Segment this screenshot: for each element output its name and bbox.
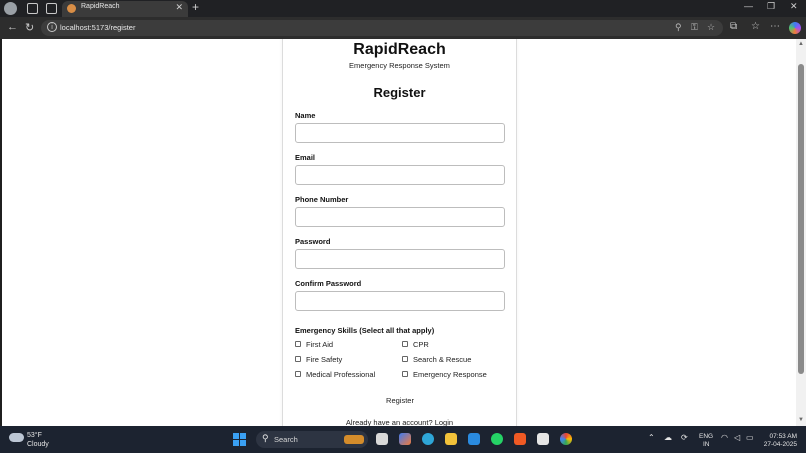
workspaces-icon[interactable]	[26, 2, 39, 15]
file-explorer-icon[interactable]	[445, 433, 457, 445]
phone-label: Phone Number	[295, 195, 349, 204]
favorites-icon[interactable]: ☆	[751, 21, 760, 32]
brand-tagline: Emergency Response System	[349, 61, 450, 70]
taskbar-search[interactable]: ⚲ Search	[256, 431, 368, 448]
location-icon[interactable]: ⚲	[675, 22, 682, 33]
register-button[interactable]: Register	[375, 394, 425, 406]
clock-date[interactable]: 27-04-2025	[761, 441, 797, 448]
onedrive-cloud-icon[interactable]: ☁	[664, 433, 672, 442]
window-close-icon[interactable]: ✕	[790, 1, 798, 12]
password-field[interactable]	[295, 249, 505, 269]
scroll-down-icon[interactable]: ▼	[798, 417, 804, 423]
checkbox[interactable]	[402, 341, 408, 348]
vscode-icon[interactable]	[468, 433, 480, 445]
tab-close-icon[interactable]: ✕	[175, 2, 183, 13]
back-icon[interactable]: ←	[7, 21, 18, 33]
task-view-icon[interactable]	[376, 433, 388, 445]
checkbox[interactable]	[295, 356, 301, 363]
profile-avatar-icon[interactable]	[4, 2, 17, 15]
cloud-icon[interactable]	[9, 433, 24, 442]
skill-cpr[interactable]: CPR	[402, 340, 429, 349]
skill-label: Medical Professional	[306, 370, 376, 379]
weather-temperature[interactable]: 53°F	[27, 432, 42, 439]
page-title: Register	[373, 85, 426, 100]
windows-start-icon[interactable]	[233, 433, 246, 446]
whatsapp-icon[interactable]	[491, 433, 503, 445]
confirm-password-field[interactable]	[295, 291, 505, 311]
edge-browser-icon[interactable]	[422, 433, 434, 445]
wifi-icon[interactable]: ◠	[721, 433, 728, 442]
page-scrollbar[interactable]: ▲ ▼	[796, 39, 806, 426]
battery-icon[interactable]: ▭	[746, 433, 754, 442]
search-highlight-icon	[344, 435, 364, 444]
copilot-icon[interactable]	[789, 22, 801, 34]
password-label: Password	[295, 237, 331, 246]
skill-emergency-response[interactable]: Emergency Response	[402, 370, 487, 379]
login-link[interactable]: Already have an account? Login	[283, 418, 516, 426]
snipping-tool-icon[interactable]	[537, 433, 549, 445]
language-region[interactable]: IN	[703, 441, 710, 448]
search-label: Search	[274, 435, 298, 444]
scroll-thumb[interactable]	[798, 64, 804, 374]
show-hidden-icons-icon[interactable]: ⌃	[648, 433, 655, 442]
skill-medical-professional[interactable]: Medical Professional	[295, 370, 375, 379]
skill-label: Emergency Response	[413, 370, 487, 379]
search-icon: ⚲	[262, 433, 269, 443]
copilot-app-icon[interactable]	[399, 433, 411, 445]
weather-description[interactable]: Cloudy	[27, 441, 49, 448]
url-text[interactable]: localhost:5173/register	[60, 23, 135, 32]
reload-icon[interactable]: ↻	[25, 21, 34, 34]
language-indicator[interactable]: ENG	[699, 433, 713, 440]
new-tab-icon[interactable]: +	[192, 0, 199, 14]
sync-icon[interactable]: ⟳	[681, 433, 688, 442]
confirm-password-label: Confirm Password	[295, 279, 362, 288]
extensions-icon[interactable]: ⧉	[730, 21, 737, 32]
email-field[interactable]	[295, 165, 505, 185]
email-label: Email	[295, 153, 316, 162]
scroll-up-icon[interactable]: ▲	[798, 41, 804, 47]
skills-label: Emergency Skills (Select all that apply)	[295, 326, 435, 335]
address-bar-row: ← ↻ i localhost:5173/register ⚲ ⚿ ☆ ⧉ ☆ …	[0, 17, 806, 39]
brave-browser-icon[interactable]	[514, 433, 526, 445]
tab-favicon-icon	[67, 4, 76, 13]
brand-title: RapidReach	[353, 41, 446, 58]
skill-first-aid[interactable]: First Aid	[295, 340, 333, 349]
tab-title: RapidReach	[81, 3, 120, 10]
windows-taskbar: 53°F Cloudy ⚲ Search ⌃ ☁ ⟳ ENG IN ◠ ◁ ▭ …	[0, 426, 806, 453]
tab-rapidreach[interactable]: RapidReach ✕	[62, 1, 188, 17]
minimize-icon[interactable]: —	[744, 1, 753, 11]
volume-icon[interactable]: ◁	[734, 433, 740, 442]
register-card: RapidReach Emergency Response System Reg…	[282, 39, 517, 426]
checkbox[interactable]	[295, 341, 301, 348]
skill-label: First Aid	[306, 340, 334, 349]
more-menu-icon[interactable]: ⋯	[770, 21, 780, 32]
tab-actions-icon[interactable]	[45, 2, 58, 15]
checkbox[interactable]	[402, 371, 408, 378]
page-viewport: RapidReach Emergency Response System Reg…	[2, 39, 796, 426]
skill-search-rescue[interactable]: Search & Rescue	[402, 355, 471, 364]
skill-label: Fire Safety	[306, 355, 343, 364]
phone-field[interactable]	[295, 207, 505, 227]
skill-label: Search & Rescue	[413, 355, 472, 364]
password-key-icon[interactable]: ⚿	[691, 22, 698, 33]
maximize-icon[interactable]: ❐	[767, 1, 775, 12]
checkbox[interactable]	[295, 371, 301, 378]
name-field[interactable]	[295, 123, 505, 143]
favorite-star-icon[interactable]: ☆	[707, 22, 715, 33]
name-label: Name	[295, 111, 316, 120]
skill-label: CPR	[413, 340, 429, 349]
browser-titlebar: RapidReach ✕ + — ❐ ✕	[0, 0, 806, 17]
checkbox[interactable]	[402, 356, 408, 363]
chrome-icon[interactable]	[560, 433, 572, 445]
address-bar[interactable]: i localhost:5173/register ⚲ ⚿ ☆	[41, 20, 723, 36]
clock-time[interactable]: 07:53 AM	[763, 433, 797, 440]
skill-fire-safety[interactable]: Fire Safety	[295, 355, 342, 364]
site-info-icon[interactable]: i	[47, 22, 57, 32]
